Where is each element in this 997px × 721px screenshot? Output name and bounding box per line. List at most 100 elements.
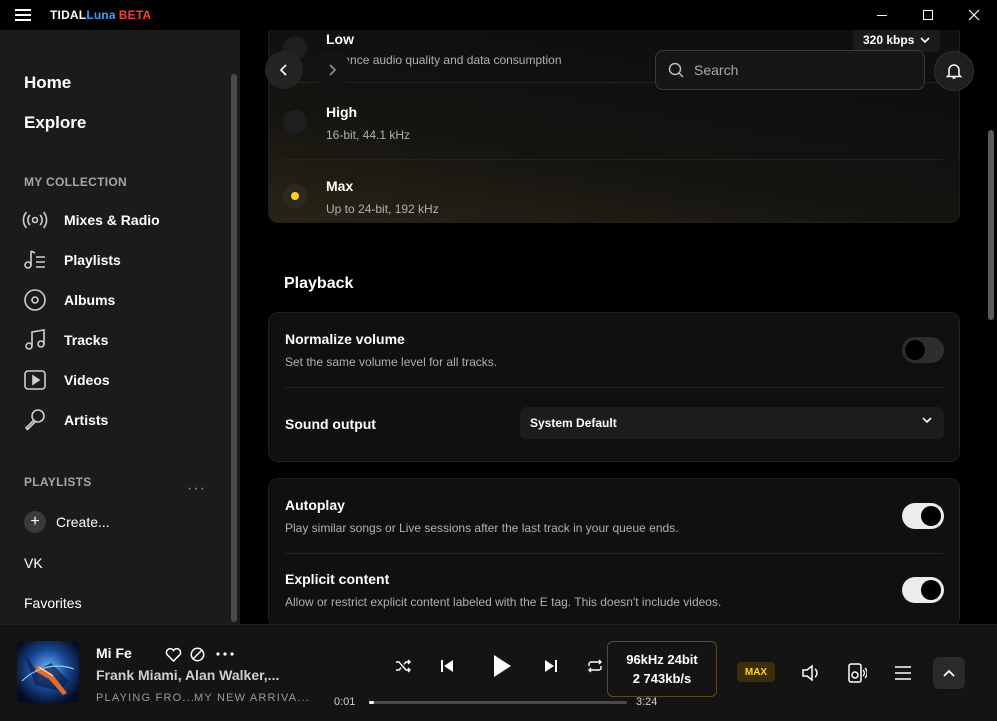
sidebar-item-label: Artists <box>64 412 109 428</box>
normalize-toggle[interactable] <box>902 337 944 363</box>
explicit-title: Explicit content <box>285 571 390 587</box>
speaker-icon <box>848 663 867 683</box>
radio-icon <box>22 207 48 233</box>
sidebar-scrollbar[interactable] <box>231 74 237 622</box>
sidebar-item-artists[interactable]: Artists <box>22 407 108 433</box>
sidebar-item-tracks[interactable]: Tracks <box>22 327 108 353</box>
playback-card: Normalize volume Set the same volume lev… <box>268 312 960 462</box>
playing-from-label: PLAYING FRO... <box>96 692 196 704</box>
time-total: 3:24 <box>636 696 658 708</box>
shuffle-icon <box>396 659 411 673</box>
autoplay-title: Autoplay <box>285 497 345 513</box>
divider <box>285 387 943 388</box>
menu-icon[interactable] <box>15 9 31 21</box>
quality-sub-max: Up to 24-bit, 192 kHz <box>326 202 439 216</box>
stream-bitrate: 2 743kb/s <box>632 671 692 686</box>
autoplay-toggle[interactable] <box>902 503 944 529</box>
bitrate-dropdown[interactable]: 320 kbps <box>853 30 941 52</box>
quality-radio-high[interactable] <box>283 110 307 134</box>
volume-button[interactable] <box>800 662 822 684</box>
track-artist[interactable]: Frank Miami, Alan Walker,... <box>96 667 279 683</box>
autoplay-card: Autoplay Play similar songs or Live sess… <box>268 478 960 624</box>
sidebar-item-videos[interactable]: Videos <box>22 367 110 393</box>
create-playlist-button[interactable]: + Create... <box>24 511 110 533</box>
explicit-toggle[interactable] <box>902 577 944 603</box>
minimize-icon <box>877 14 887 16</box>
quality-radio-max[interactable] <box>283 184 307 208</box>
sidebar-item-label: Playlists <box>64 252 121 268</box>
audio-quality-box[interactable]: 96kHz 24bit 2 743kb/s <box>607 641 717 697</box>
progress-bar[interactable] <box>369 701 627 704</box>
bell-icon <box>945 64 963 79</box>
queue-button[interactable] <box>892 662 914 684</box>
previous-button[interactable] <box>437 656 457 676</box>
sidebar: Home Explore MY COLLECTION Mixes & Radio… <box>0 30 240 624</box>
chevron-down-icon <box>922 417 932 423</box>
sidebar-item-albums[interactable]: Albums <box>22 287 115 313</box>
sidebar-item-label: Albums <box>64 292 116 308</box>
create-label: Create... <box>56 514 110 530</box>
sample-rate: 96kHz 24bit <box>626 652 698 667</box>
album-art[interactable] <box>17 641 79 703</box>
more-options-button[interactable] <box>214 644 236 664</box>
time-current: 0:01 <box>334 696 356 708</box>
progress-fill <box>369 701 375 704</box>
app-title: TIDALLuna BETA <box>50 8 151 22</box>
explicit-sub: Allow or restrict explicit content label… <box>285 595 722 609</box>
block-button[interactable] <box>187 644 207 664</box>
playback-heading: Playback <box>284 275 354 292</box>
sound-output-select[interactable]: System Default <box>520 407 944 439</box>
queue-icon <box>895 666 911 680</box>
back-button[interactable] <box>265 51 303 89</box>
app-title-beta: BETA <box>118 8 152 22</box>
minimize-button[interactable] <box>859 0 905 30</box>
my-collection-label: MY COLLECTION <box>24 175 128 189</box>
play-icon <box>494 655 511 677</box>
nav-home[interactable]: Home <box>24 73 71 93</box>
skip-forward-icon <box>545 660 557 672</box>
playlists-more-button[interactable]: ··· <box>187 480 206 498</box>
playlist-item[interactable]: VK <box>24 555 43 571</box>
track-title[interactable]: Mi Fe <box>96 645 132 661</box>
nav-explore[interactable]: Explore <box>24 113 86 133</box>
sidebar-item-playlists[interactable]: Playlists <box>22 247 121 273</box>
normalize-sub: Set the same volume level for all tracks… <box>285 355 498 369</box>
bitrate-label: 320 kbps <box>863 33 915 47</box>
search-input[interactable]: Search <box>655 50 925 90</box>
quality-title-max: Max <box>326 178 354 194</box>
main-scrollbar[interactable] <box>988 130 994 320</box>
playing-from-playlist[interactable]: MY NEW ARRIVA... <box>194 692 310 704</box>
play-button[interactable] <box>486 650 518 682</box>
close-button[interactable] <box>951 0 997 30</box>
search-placeholder: Search <box>694 62 739 78</box>
expand-player-button[interactable] <box>933 657 965 689</box>
music-note-icon <box>22 327 48 353</box>
search-icon <box>668 62 684 78</box>
shuffle-button[interactable] <box>393 656 413 676</box>
max-badge: MAX <box>737 662 775 682</box>
heart-icon <box>165 647 181 662</box>
quality-title-high: High <box>326 104 358 120</box>
forward-button[interactable] <box>313 51 351 89</box>
repeat-icon <box>588 659 602 673</box>
maximize-button[interactable] <box>905 0 951 30</box>
microphone-icon <box>22 407 48 433</box>
divider <box>285 159 943 160</box>
favorite-button[interactable] <box>163 644 183 664</box>
chevron-right-icon <box>329 64 336 76</box>
plus-icon: + <box>24 511 46 533</box>
playlist-item[interactable]: Favorites <box>24 595 82 611</box>
sound-output-value: System Default <box>530 416 617 430</box>
video-icon <box>22 367 48 393</box>
output-device-button[interactable] <box>846 662 868 684</box>
autoplay-sub: Play similar songs or Live sessions afte… <box>285 521 679 535</box>
sidebar-item-label: Tracks <box>64 332 109 348</box>
volume-icon <box>802 664 818 682</box>
next-button[interactable] <box>541 656 561 676</box>
playlist-icon <box>22 247 48 273</box>
block-icon <box>190 647 204 661</box>
sidebar-item-mixes-radio[interactable]: Mixes & Radio <box>22 207 160 233</box>
notifications-button[interactable] <box>934 51 974 91</box>
close-icon <box>968 9 980 21</box>
repeat-button[interactable] <box>585 656 605 676</box>
